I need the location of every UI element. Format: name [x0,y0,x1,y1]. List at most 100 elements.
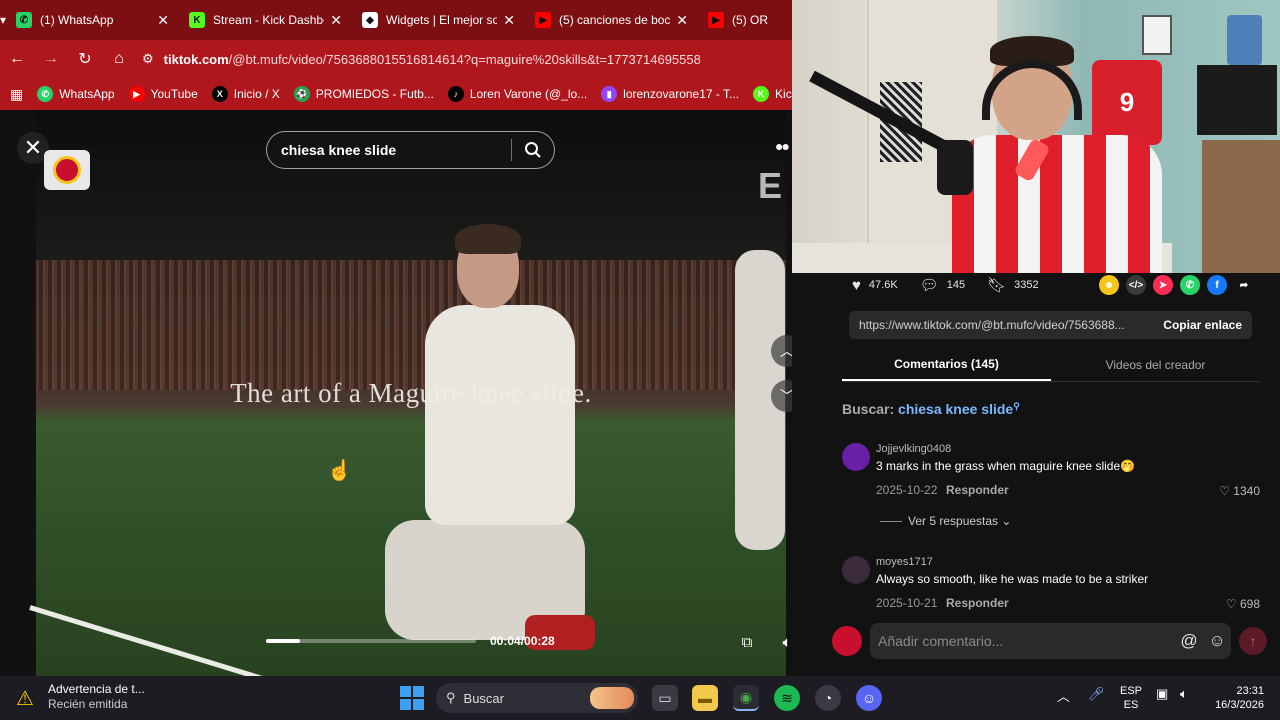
comment-item: Jojjevlking0408 3 marks in the grass when… [842,443,1262,503]
taskbar-search[interactable]: ⚲ Buscar [436,683,638,713]
tab-title: Stream - Kick Dashbo [213,13,325,27]
tray-expand-icon[interactable]: ︿ [1057,686,1070,705]
chrome-icon[interactable]: ◉ [733,685,759,711]
notification-widget[interactable]: ⚠ Advertencia de t... Recién emitida [16,682,145,712]
bookmark-item[interactable]: ✆ WhatsApp [37,86,115,102]
like-button[interactable]: ♥ 47.6K [852,277,898,294]
promiedos-icon: ⚽ [293,86,310,102]
windows-start-icon[interactable] [400,686,424,710]
close-tab-icon[interactable]: ✕ [330,12,342,29]
bookmark-icon: 🔖︎ [987,277,1007,294]
browser-tab[interactable]: K Stream - Kick Dashbo ✕ [179,0,352,40]
browser-tab[interactable]: ◆ Widgets | El mejor so ✕ [352,0,525,40]
address-bar[interactable]: ⚙ tiktok.com/@bt.mufc/video/756368801551… [136,44,784,74]
mouse-cursor-icon: ☝ [327,460,352,482]
whatsapp-icon[interactable]: ✆ [1180,275,1200,295]
close-tab-icon[interactable]: ✕ [676,12,688,29]
picture-in-picture-icon[interactable]: ⧉ [735,630,759,654]
site-settings-icon[interactable]: ⚙ [142,51,154,67]
close-tab-icon[interactable]: ✕ [503,12,515,29]
creator-avatar[interactable] [44,150,90,190]
comment-like-count: 698 [1239,597,1260,611]
browser-tab[interactable]: ✆ (1) WhatsApp ✕ [6,0,179,40]
reload-button[interactable]: ↻ [68,40,102,78]
clock[interactable]: 23:31 16/3/2026 [1208,684,1264,712]
commenter-avatar[interactable] [842,556,870,584]
reply-button[interactable]: Responder [946,596,1009,610]
search-highlight-art [590,687,634,709]
apps-icon[interactable]: ▦ [10,86,23,103]
volume-icon[interactable]: 🔈︎ [775,630,792,654]
taskbar-search-label: Buscar [463,690,504,706]
tab-comments[interactable]: Comentarios (145) [842,348,1051,381]
view-replies-button[interactable]: Ver 5 respuestas ⌄ [880,514,1011,528]
emoji-icon[interactable]: ☺ [1203,631,1231,651]
bookmark-item[interactable]: ▮ lorenzovarone17 - T... [601,86,739,102]
mention-icon[interactable]: @ [1175,631,1203,651]
comment-count: 145 [946,279,966,291]
browser-toolbar: ← → ↻ ⌂ ⚙ tiktok.com/@bt.mufc/video/7563… [0,40,792,78]
url-path: /@bt.mufc/video/7563688015516814614?q=ma… [228,51,701,67]
network-icon[interactable]: ▣ [1156,686,1168,702]
forward-button[interactable]: → [34,40,68,78]
tiktok-icon: ♪ [447,86,464,102]
bookmark-item[interactable]: ▶ YouTube [128,86,198,102]
video-link[interactable]: https://www.tiktok.com/@bt.mufc/video/75… [849,318,1153,332]
commenter-username[interactable]: moyes1717 [876,556,933,568]
tab-title: (1) WhatsApp [40,13,114,27]
more-options-icon[interactable]: ●● [775,138,790,154]
file-explorer-icon[interactable]: ▬ [692,685,718,711]
heart-icon: ♥ [852,276,861,294]
discord-icon[interactable]: ☺ [856,685,882,711]
copy-link-button[interactable]: Copiar enlace [1153,318,1252,332]
tab-title: (5) canciones de boca [559,13,671,27]
bookmark-item[interactable]: ♪ Loren Varone (@_lo... [447,86,587,102]
video-search-bar[interactable]: chiesa knee slide [266,131,555,169]
send-icon[interactable]: ➤ [1153,275,1173,295]
tab-creator-videos[interactable]: Videos del creador [1051,348,1260,381]
comment-date: 2025-10-21 [876,596,938,610]
view-replies-label: Ver 5 respuestas [908,514,999,528]
search-term-link[interactable]: chiesa knee slide [898,401,1013,417]
embed-icon[interactable]: </> [1126,275,1146,295]
reply-button[interactable]: Responder [946,483,1009,497]
bookmark-item[interactable]: X Inicio / X [211,86,280,102]
keyboard-layout: ES [1123,699,1139,711]
search-icon: ⚲ [446,690,456,705]
app-icon[interactable]: ◔ [815,685,841,711]
comment-icon: 💬︎ [919,277,939,294]
bookmark-item[interactable]: ⚽ PROMIEDOS - Futb... [293,86,434,102]
video-progress-bar[interactable] [266,639,476,643]
speaker-icon[interactable]: 🔈︎ [1180,686,1188,702]
comment-date: 2025-10-22 [876,483,938,497]
comment-like-button[interactable]: ♡ 1340 [1219,484,1260,498]
save-button[interactable]: 🔖︎ 3352 [987,276,1039,294]
comment-input[interactable]: Añadir comentario... @ ☺ [870,623,1231,659]
home-button[interactable]: ⌂ [102,40,136,78]
search-icon[interactable] [512,141,554,159]
task-view-icon[interactable]: ▭ [652,685,678,711]
language-indicator[interactable]: ESP ES [1120,684,1142,712]
heart-icon: ♡ [1219,484,1234,498]
back-button[interactable]: ← [0,40,34,78]
comment-like-button[interactable]: ♡ 698 [1226,597,1260,611]
browser-tab[interactable]: ▶ (5) canciones de boca ✕ [525,0,698,40]
microphone-icon[interactable]: 🎤︎ [1088,686,1105,702]
close-tab-icon[interactable]: ✕ [157,12,169,29]
commenter-avatar[interactable] [842,443,870,471]
share-more-icon[interactable]: ➦ [1234,275,1254,295]
tiktok-friends-icon[interactable]: ☻ [1099,275,1119,295]
kick-icon: K [189,12,206,28]
post-comment-button[interactable]: ↑ [1239,627,1267,655]
screen: ▾ ✆ (1) WhatsApp ✕ K Stream - Kick Dashbo ✕ ◆ W… [0,0,1280,720]
facebook-icon[interactable]: f [1207,275,1227,295]
like-count: 47.6K [868,279,898,291]
bookmark-label: WhatsApp [59,87,115,101]
whatsapp-icon: ✆ [16,12,33,28]
commenter-username[interactable]: Jojjevlking0408 [876,443,951,455]
bookmark-item[interactable]: K Kick [753,86,798,102]
url-host: tiktok.com [163,51,229,67]
comment-button[interactable]: 💬︎ 145 [920,276,965,294]
spotify-icon[interactable]: ≋ [774,685,800,711]
video-player[interactable]: The art of a Maguire knee slide. ✕ chies… [0,110,792,676]
